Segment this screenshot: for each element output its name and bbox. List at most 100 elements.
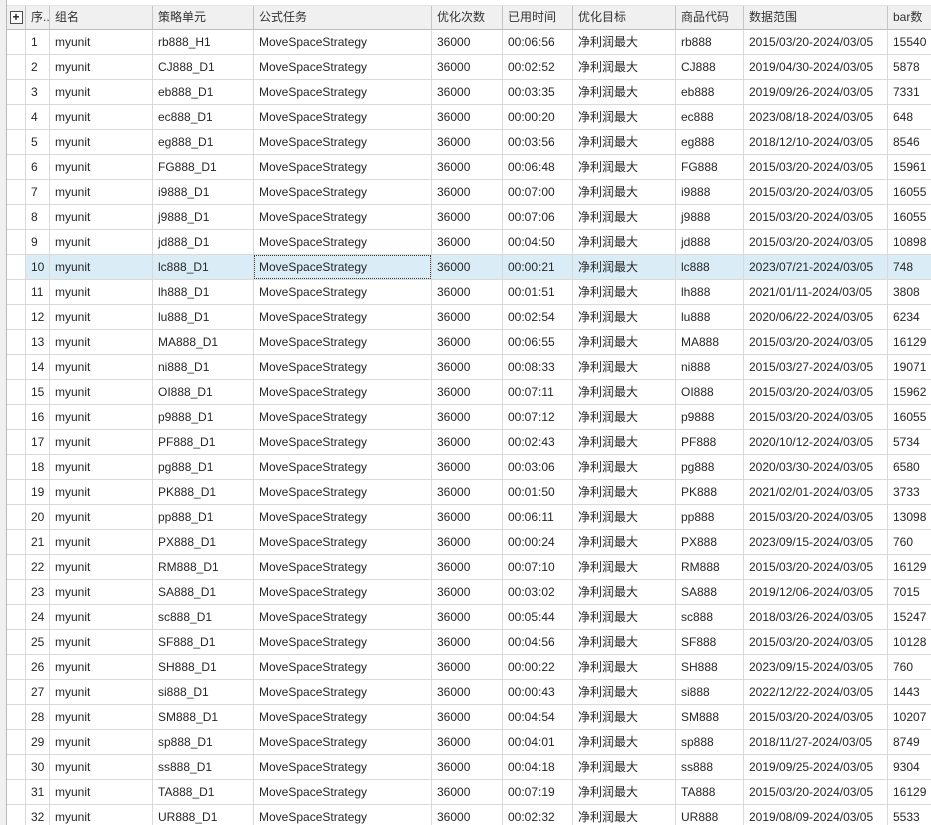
cell-bars[interactable]: 16129: [888, 780, 931, 805]
column-header-count[interactable]: 优化次数: [432, 6, 503, 30]
cell-range[interactable]: 2015/03/20-2024/03/05: [744, 405, 888, 430]
column-header-target[interactable]: 优化目标: [573, 6, 676, 30]
cell-unit[interactable]: SH888_D1: [153, 655, 254, 680]
cell-group[interactable]: myunit: [50, 380, 153, 405]
cell-time[interactable]: 00:00:21: [503, 255, 573, 280]
cell-seq[interactable]: 1: [26, 30, 50, 55]
cell-bars[interactable]: 6234: [888, 305, 931, 330]
cell-task[interactable]: MoveSpaceStrategy: [254, 280, 432, 305]
table-row[interactable]: 19myunitPK888_D1MoveSpaceStrategy3600000…: [7, 480, 931, 505]
cell-count[interactable]: 36000: [432, 555, 503, 580]
cell-code[interactable]: OI888: [676, 380, 744, 405]
cell-code[interactable]: p9888: [676, 405, 744, 430]
cell-count[interactable]: 36000: [432, 280, 503, 305]
cell-unit[interactable]: p9888_D1: [153, 405, 254, 430]
cell-range[interactable]: 2020/10/12-2024/03/05: [744, 430, 888, 455]
cell-code[interactable]: SM888: [676, 705, 744, 730]
cell-unit[interactable]: SF888_D1: [153, 630, 254, 655]
cell-unit[interactable]: RM888_D1: [153, 555, 254, 580]
cell-count[interactable]: 36000: [432, 705, 503, 730]
cell-bars[interactable]: 10128: [888, 630, 931, 655]
cell-group[interactable]: myunit: [50, 30, 153, 55]
table-row[interactable]: 26myunitSH888_D1MoveSpaceStrategy3600000…: [7, 655, 931, 680]
table-row[interactable]: 24myunitsc888_D1MoveSpaceStrategy3600000…: [7, 605, 931, 630]
cell-count[interactable]: 36000: [432, 580, 503, 605]
cell-seq[interactable]: 13: [26, 330, 50, 355]
cell-group[interactable]: myunit: [50, 355, 153, 380]
cell-code[interactable]: TA888: [676, 780, 744, 805]
column-header-code[interactable]: 商品代码: [676, 6, 744, 30]
cell-time[interactable]: 00:06:48: [503, 155, 573, 180]
cell-task[interactable]: MoveSpaceStrategy: [254, 205, 432, 230]
cell-seq[interactable]: 8: [26, 205, 50, 230]
row-selector[interactable]: [7, 505, 26, 530]
cell-time[interactable]: 00:01:51: [503, 280, 573, 305]
cell-code[interactable]: FG888: [676, 155, 744, 180]
cell-seq[interactable]: 26: [26, 655, 50, 680]
cell-target[interactable]: 净利润最大: [573, 455, 676, 480]
cell-seq[interactable]: 21: [26, 530, 50, 555]
cell-count[interactable]: 36000: [432, 105, 503, 130]
cell-unit[interactable]: si888_D1: [153, 680, 254, 705]
cell-seq[interactable]: 11: [26, 280, 50, 305]
cell-count[interactable]: 36000: [432, 355, 503, 380]
cell-count[interactable]: 36000: [432, 30, 503, 55]
cell-group[interactable]: myunit: [50, 755, 153, 780]
cell-task[interactable]: MoveSpaceStrategy: [254, 530, 432, 555]
row-selector[interactable]: [7, 805, 26, 825]
cell-seq[interactable]: 15: [26, 380, 50, 405]
cell-seq[interactable]: 24: [26, 605, 50, 630]
cell-group[interactable]: myunit: [50, 130, 153, 155]
cell-range[interactable]: 2022/12/22-2024/03/05: [744, 680, 888, 705]
cell-code[interactable]: SH888: [676, 655, 744, 680]
cell-time[interactable]: 00:07:12: [503, 405, 573, 430]
table-row[interactable]: 2myunitCJ888_D1MoveSpaceStrategy3600000:…: [7, 55, 931, 80]
cell-count[interactable]: 36000: [432, 805, 503, 825]
cell-target[interactable]: 净利润最大: [573, 655, 676, 680]
row-selector[interactable]: [7, 455, 26, 480]
cell-time[interactable]: 00:02:32: [503, 805, 573, 825]
cell-code[interactable]: i9888: [676, 180, 744, 205]
cell-range[interactable]: 2023/09/15-2024/03/05: [744, 530, 888, 555]
cell-range[interactable]: 2018/12/10-2024/03/05: [744, 130, 888, 155]
cell-count[interactable]: 36000: [432, 55, 503, 80]
cell-unit[interactable]: j9888_D1: [153, 205, 254, 230]
cell-count[interactable]: 36000: [432, 330, 503, 355]
cell-unit[interactable]: FG888_D1: [153, 155, 254, 180]
cell-count[interactable]: 36000: [432, 305, 503, 330]
cell-range[interactable]: 2023/09/15-2024/03/05: [744, 655, 888, 680]
cell-range[interactable]: 2015/03/20-2024/03/05: [744, 205, 888, 230]
cell-task[interactable]: MoveSpaceStrategy: [254, 655, 432, 680]
row-selector[interactable]: [7, 705, 26, 730]
cell-unit[interactable]: sp888_D1: [153, 730, 254, 755]
cell-seq[interactable]: 27: [26, 680, 50, 705]
cell-code[interactable]: CJ888: [676, 55, 744, 80]
cell-target[interactable]: 净利润最大: [573, 630, 676, 655]
cell-time[interactable]: 00:05:44: [503, 605, 573, 630]
cell-unit[interactable]: ec888_D1: [153, 105, 254, 130]
cell-task[interactable]: MoveSpaceStrategy: [254, 55, 432, 80]
cell-task[interactable]: MoveSpaceStrategy: [254, 155, 432, 180]
cell-code[interactable]: RM888: [676, 555, 744, 580]
cell-seq[interactable]: 22: [26, 555, 50, 580]
cell-bars[interactable]: 10898: [888, 230, 931, 255]
cell-code[interactable]: PK888: [676, 480, 744, 505]
cell-target[interactable]: 净利润最大: [573, 530, 676, 555]
cell-unit[interactable]: ss888_D1: [153, 755, 254, 780]
cell-task[interactable]: MoveSpaceStrategy: [254, 480, 432, 505]
table-row[interactable]: 11myunitlh888_D1MoveSpaceStrategy3600000…: [7, 280, 931, 305]
cell-seq[interactable]: 9: [26, 230, 50, 255]
row-selector[interactable]: [7, 530, 26, 555]
cell-time[interactable]: 00:04:50: [503, 230, 573, 255]
cell-range[interactable]: 2015/03/20-2024/03/05: [744, 630, 888, 655]
cell-group[interactable]: myunit: [50, 305, 153, 330]
table-row[interactable]: 4myunitec888_D1MoveSpaceStrategy3600000:…: [7, 105, 931, 130]
cell-target[interactable]: 净利润最大: [573, 30, 676, 55]
cell-bars[interactable]: 8749: [888, 730, 931, 755]
cell-task[interactable]: MoveSpaceStrategy: [254, 805, 432, 825]
cell-seq[interactable]: 20: [26, 505, 50, 530]
cell-range[interactable]: 2019/12/06-2024/03/05: [744, 580, 888, 605]
cell-count[interactable]: 36000: [432, 405, 503, 430]
cell-code[interactable]: pg888: [676, 455, 744, 480]
cell-bars[interactable]: 5533: [888, 805, 931, 825]
